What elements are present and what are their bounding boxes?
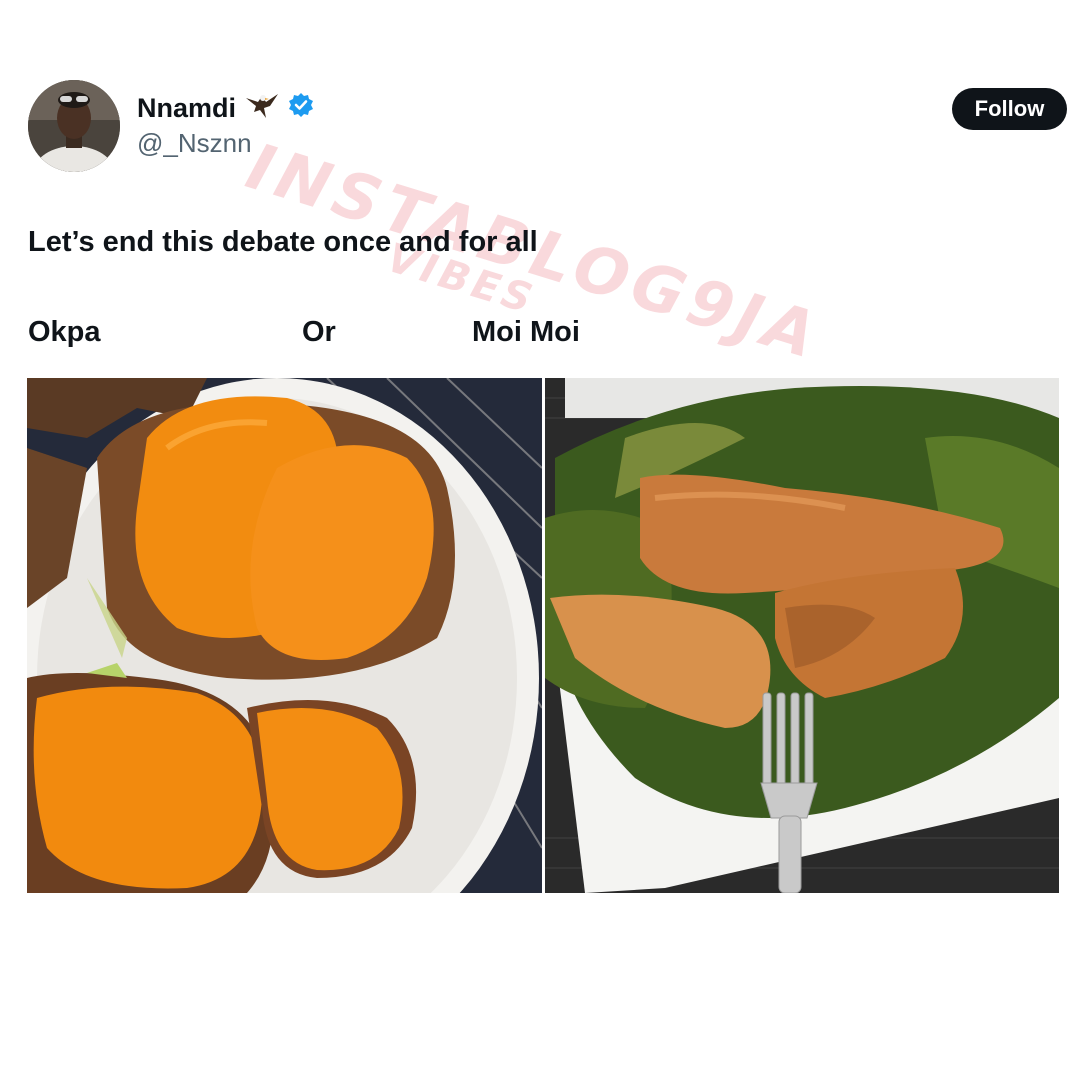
option-a-label: Okpa bbox=[28, 316, 101, 348]
option-b-label: Moi Moi bbox=[472, 316, 580, 348]
avatar[interactable] bbox=[28, 80, 120, 172]
eagle-emoji-icon bbox=[244, 90, 280, 127]
separator-label: Or bbox=[302, 316, 336, 348]
display-name-row: Nnamdi bbox=[137, 90, 314, 127]
verified-badge-icon bbox=[288, 92, 314, 125]
user-handle[interactable]: @_Nsznn bbox=[137, 128, 252, 159]
follow-button[interactable]: Follow bbox=[952, 88, 1067, 130]
display-name[interactable]: Nnamdi bbox=[137, 93, 236, 124]
okpa-photo[interactable] bbox=[27, 378, 542, 893]
moimoi-photo[interactable] bbox=[545, 378, 1059, 893]
tweet-text: Let’s end this debate once and for all bbox=[28, 226, 538, 258]
avatar-photo bbox=[28, 80, 120, 172]
